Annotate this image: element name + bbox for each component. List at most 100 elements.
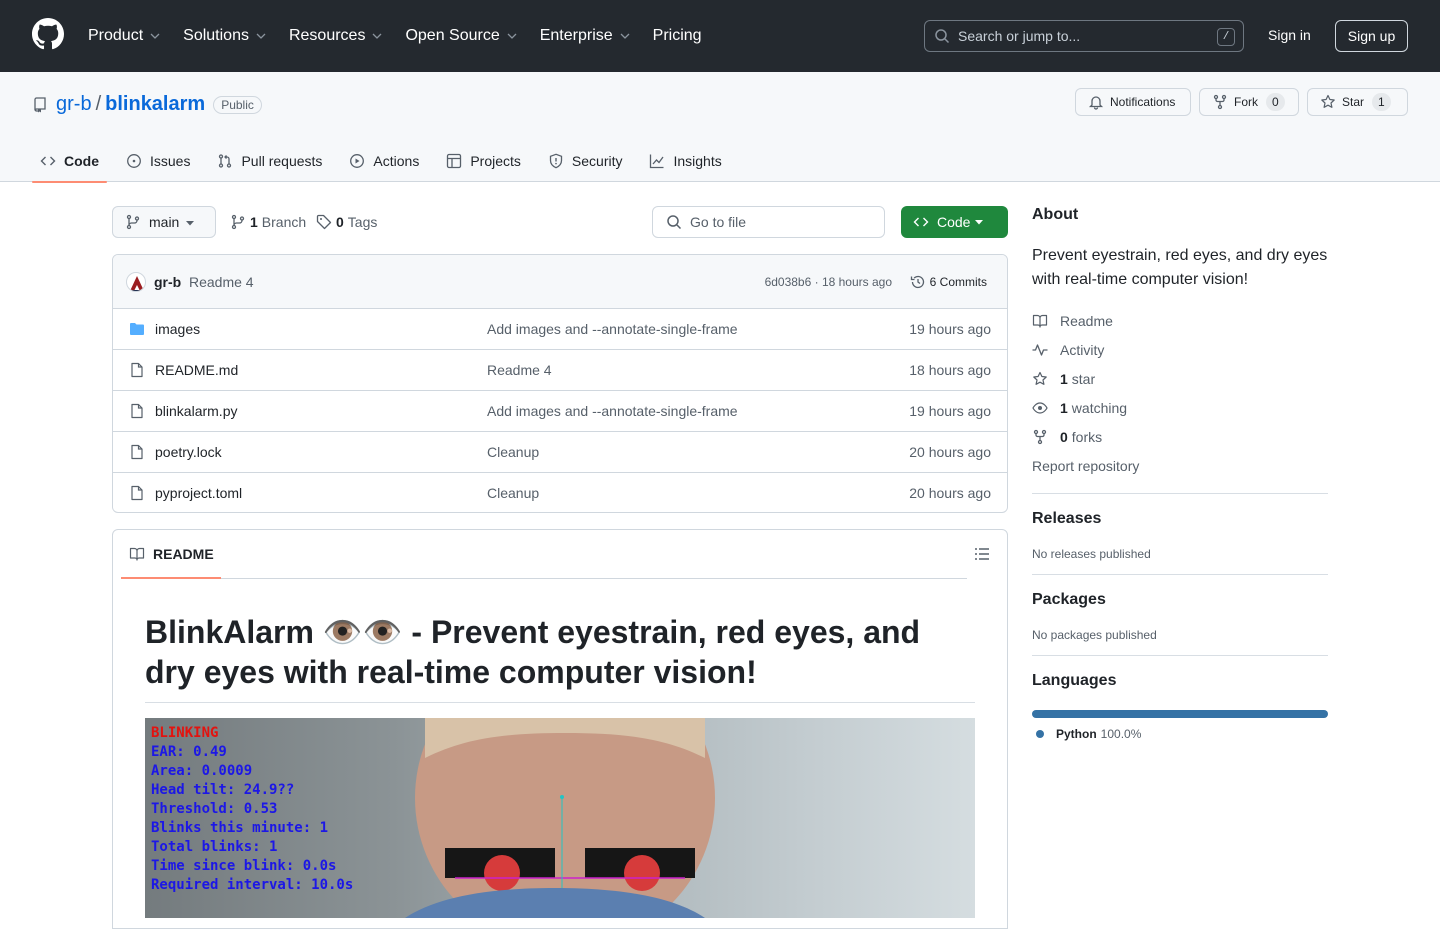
sign-up-button[interactable]: Sign up — [1335, 20, 1408, 52]
forks-link[interactable]: 0 forks — [1032, 422, 1328, 451]
branch-icon — [231, 214, 245, 230]
readme-link[interactable]: Readme — [1032, 306, 1328, 335]
nav-enterprise[interactable]: Enterprise — [540, 24, 633, 48]
about-sidebar: About Prevent eyestrain, red eyes, and d… — [1032, 206, 1328, 741]
commits-count: 6 Commits — [929, 275, 987, 289]
branch-label: Branch — [261, 214, 307, 230]
stars-link[interactable]: 1 star — [1032, 364, 1328, 393]
branch-name: main — [149, 214, 180, 230]
avatar[interactable] — [126, 272, 146, 292]
search-icon — [667, 215, 682, 230]
search-input[interactable]: Search or jump to... / — [924, 20, 1244, 52]
language-bar — [1032, 710, 1328, 718]
fork-button[interactable]: Fork 0 — [1199, 88, 1299, 116]
file-name-link[interactable]: blinkalarm.py — [155, 403, 237, 419]
about-description: Prevent eyestrain, red eyes, and dry eye… — [1032, 247, 1328, 288]
search-placeholder: Search or jump to... — [958, 28, 1081, 44]
notifications-button[interactable]: Notifications — [1075, 88, 1191, 116]
commit-message-link[interactable]: Readme 4 — [189, 274, 254, 290]
nav-pricing[interactable]: Pricing — [653, 24, 702, 48]
nav-label: Open Source — [405, 27, 500, 44]
about-heading: About — [1032, 206, 1079, 223]
nav-resources[interactable]: Resources — [289, 24, 385, 48]
commit-author-link[interactable]: gr-b — [154, 274, 181, 290]
eye-icon — [1032, 401, 1048, 414]
readme-link-label: Readme — [1060, 312, 1113, 329]
tab-actions[interactable]: Actions — [341, 140, 427, 182]
tag-count: 0 — [336, 214, 344, 230]
tab-security[interactable]: Security — [540, 140, 631, 182]
tab-issues[interactable]: Issues — [118, 140, 198, 182]
nav-label: Enterprise — [539, 27, 613, 44]
nav-open-source[interactable]: Open Source — [405, 24, 519, 48]
go-to-file-input[interactable]: Go to file — [652, 206, 885, 238]
file-commit-message[interactable]: Add images and --annotate-single-frame — [487, 321, 738, 337]
watching-link[interactable]: 1 watching — [1032, 393, 1328, 422]
person-face-image — [405, 718, 715, 918]
file-name-link[interactable]: README.md — [155, 362, 238, 378]
file-name-link[interactable]: poetry.lock — [155, 444, 222, 460]
file-commit-message[interactable]: Cleanup — [487, 485, 539, 501]
tab-code[interactable]: Code — [32, 140, 107, 183]
language-item[interactable]: Python 100.0% — [1032, 727, 1328, 741]
nav-solutions[interactable]: Solutions — [183, 24, 269, 48]
file-commit-message[interactable]: Add images and --annotate-single-frame — [487, 403, 738, 419]
readme-demo-image: BLINKING EAR: 0.49 Area: 0.0009 Head tilt: … — [145, 718, 975, 918]
tab-insights[interactable]: Insights — [641, 140, 729, 182]
nav-label: Product — [88, 27, 144, 44]
tab-projects[interactable]: Projects — [438, 140, 529, 182]
star-button[interactable]: Star 1 — [1307, 88, 1408, 116]
overlay-line: Required interval: 10.0s — [151, 877, 354, 893]
file-name-link[interactable]: pyproject.toml — [155, 485, 242, 501]
tab-pull-requests[interactable]: Pull requests — [209, 140, 330, 182]
fork-label: Fork — [1234, 95, 1258, 109]
commits-history-link[interactable]: 6 Commits — [910, 274, 987, 290]
sign-in-link[interactable]: Sign in — [1268, 27, 1311, 43]
tags-link[interactable]: 0 Tags — [316, 214, 377, 230]
caret-down-icon — [186, 221, 194, 226]
forks-label: forks — [1071, 428, 1103, 445]
packages-heading[interactable]: Packages — [1032, 591, 1328, 609]
shield-icon — [549, 153, 563, 169]
github-logo-icon[interactable] — [32, 18, 64, 50]
chevron-down-icon — [256, 33, 266, 39]
watching-label: watching — [1071, 399, 1128, 416]
language-percent: 100.0% — [1100, 727, 1142, 741]
overlay-line: Blinks this minute: 1 — [151, 820, 329, 836]
table-icon — [447, 153, 462, 169]
overlay-line: Threshold: 0.53 — [151, 801, 278, 817]
top-navbar: Product Solutions Resources Open Source … — [0, 0, 1440, 72]
commit-hash-time[interactable]: 6d038b6 · 18 hours ago — [765, 275, 892, 289]
nav-label: Solutions — [183, 27, 249, 44]
packages-text: No packages published — [1032, 628, 1157, 642]
outline-list-icon[interactable] — [974, 546, 990, 562]
star-icon — [1321, 94, 1335, 108]
repo-header: gr-b / blinkalarm Public Notifications F… — [0, 72, 1440, 183]
tab-label: Actions — [373, 153, 420, 169]
code-dropdown-button[interactable]: Code — [901, 206, 1008, 238]
branch-selector[interactable]: main — [112, 206, 216, 238]
repo-name-link[interactable]: blinkalarm — [105, 93, 205, 116]
activity-link[interactable]: Activity — [1032, 335, 1328, 364]
overlay-line: EAR: 0.49 — [151, 744, 227, 760]
repo-owner-link[interactable]: gr-b — [56, 93, 92, 116]
file-browser: gr-b Readme 4 6d038b6 · 18 hours ago 6 C… — [112, 254, 1008, 513]
branches-link[interactable]: 1 Branch — [230, 214, 306, 230]
language-name: Python — [1056, 727, 1097, 741]
readme-tab-underline — [121, 577, 221, 579]
star-label: Star — [1342, 95, 1365, 109]
latest-commit-bar: gr-b Readme 4 6d038b6 · 18 hours ago 6 C… — [113, 255, 1007, 309]
nav-product[interactable]: Product — [88, 24, 163, 48]
readme-tab[interactable]: README — [129, 546, 214, 562]
star-icon — [1033, 371, 1047, 385]
graph-icon — [650, 154, 665, 169]
stars-count: 1 — [1060, 370, 1068, 387]
file-commit-message[interactable]: Readme 4 — [487, 362, 552, 378]
report-repository-link[interactable]: Report repository — [1032, 451, 1328, 480]
file-name-link[interactable]: images — [155, 321, 200, 337]
stars-label: star — [1071, 370, 1096, 387]
file-commit-message[interactable]: Cleanup — [487, 444, 539, 460]
nav-label: Resources — [288, 27, 366, 44]
file-row: README.md Readme 4 18 hours ago — [113, 350, 1007, 391]
releases-heading[interactable]: Releases — [1032, 510, 1328, 528]
